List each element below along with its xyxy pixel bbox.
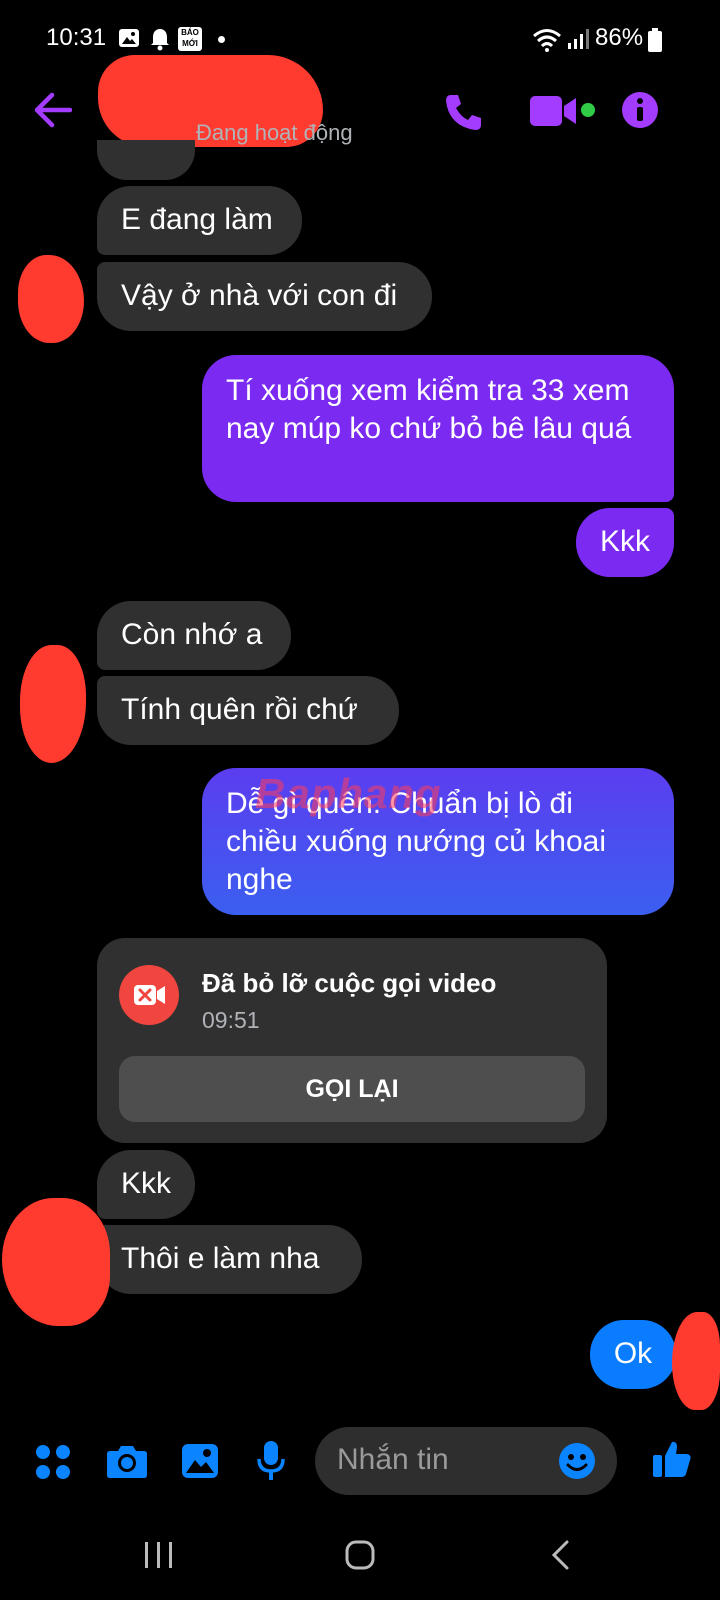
message-in[interactable]: Kkk	[97, 1150, 195, 1219]
status-time: 10:31	[46, 24, 107, 51]
phone-icon[interactable]	[443, 92, 483, 132]
call-back-button[interactable]: GỌI LẠI	[119, 1056, 585, 1122]
watermark: Baphang	[255, 770, 442, 817]
message-out[interactable]: Kkk	[576, 508, 674, 577]
presence-status: Đang hoạt động	[196, 120, 353, 145]
home-icon[interactable]	[344, 1539, 376, 1571]
message-in[interactable]: E đang làm	[97, 186, 302, 255]
message-bubble-partial	[97, 140, 195, 180]
message-in[interactable]: Tính quên rồi chứ	[97, 676, 399, 745]
camera-icon[interactable]	[106, 1443, 148, 1479]
video-camera-icon[interactable]	[530, 94, 580, 128]
message-in[interactable]: Thôi e làm nha	[97, 1225, 362, 1294]
message-in[interactable]: Còn nhớ a	[97, 601, 291, 670]
message-in[interactable]: Vậy ở nhà với con đi	[97, 262, 432, 331]
emoji-icon[interactable]	[558, 1442, 596, 1480]
missed-video-call-icon	[119, 965, 179, 1025]
info-icon[interactable]	[621, 91, 659, 129]
menu-dots-icon[interactable]	[35, 1444, 71, 1480]
image-icon	[119, 29, 139, 47]
redacted-avatar	[672, 1312, 720, 1410]
back-nav-icon[interactable]	[549, 1539, 571, 1571]
wifi-icon	[533, 29, 561, 52]
microphone-icon[interactable]	[256, 1440, 286, 1482]
missed-call-title: Đã bỏ lỡ cuộc gọi video	[202, 968, 497, 998]
message-input[interactable]: Nhắn tin	[315, 1427, 617, 1495]
recent-apps-icon[interactable]	[143, 1540, 175, 1570]
signal-icon	[568, 29, 589, 49]
gallery-icon[interactable]	[181, 1443, 219, 1479]
missed-call-time: 09:51	[202, 1007, 260, 1033]
back-arrow-icon[interactable]	[32, 92, 72, 128]
missed-call-card: Đã bỏ lỡ cuộc gọi video 09:51 GỌI LẠI	[97, 938, 607, 1143]
online-dot	[581, 103, 595, 117]
dot-icon	[218, 36, 225, 43]
redacted-avatar	[18, 255, 84, 343]
bell-icon	[151, 29, 169, 51]
battery-percent: 86%	[595, 24, 644, 51]
redacted-avatar	[2, 1198, 110, 1326]
message-out[interactable]: Tí xuống xem kiểm tra 33 xem nay múp ko …	[202, 355, 674, 502]
message-input-placeholder: Nhắn tin	[337, 1443, 449, 1476]
thumbs-up-icon[interactable]	[652, 1439, 692, 1479]
redacted-avatar	[20, 645, 86, 763]
message-out-ok[interactable]: Ok	[590, 1320, 676, 1389]
bao-moi-icon: BÁO MỚI	[178, 27, 202, 51]
battery-icon	[648, 28, 662, 52]
